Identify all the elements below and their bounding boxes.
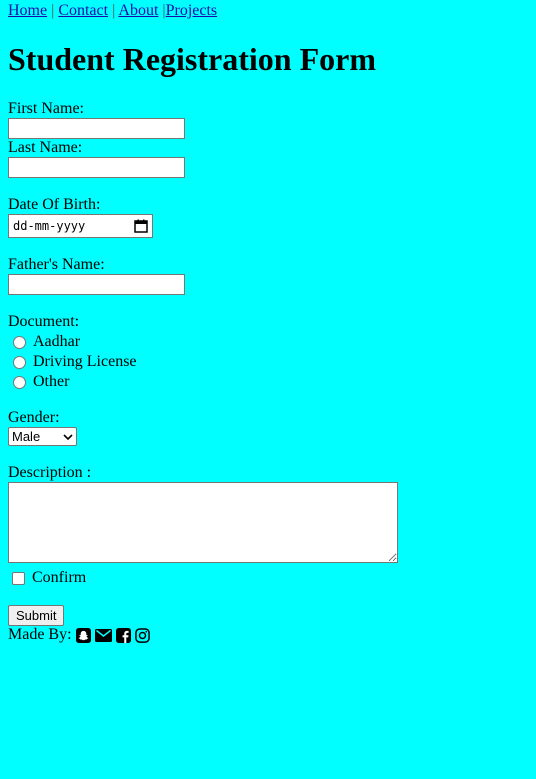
snapchat-icon[interactable] — [75, 627, 91, 643]
dob-label: Date Of Birth: — [8, 196, 101, 213]
last-name-input[interactable] — [8, 157, 185, 178]
submit-button[interactable]: Submit — [8, 605, 65, 626]
calendar-icon[interactable] — [134, 219, 148, 233]
gender-label: Gender: — [8, 409, 60, 426]
document-option-other[interactable]: Other — [8, 373, 69, 391]
radio-other[interactable] — [13, 375, 26, 389]
radio-label-other: Other — [33, 373, 70, 390]
first-name-input[interactable] — [8, 118, 185, 139]
facebook-icon[interactable] — [115, 627, 131, 643]
envelope-icon[interactable] — [94, 628, 112, 642]
radio-label-driving-license: Driving License — [33, 353, 137, 370]
made-by-row: Made By: — [8, 626, 150, 644]
social-links — [75, 627, 150, 643]
first-name-label: First Name: — [8, 100, 84, 117]
father-name-label: Father's Name: — [8, 256, 105, 273]
nav-separator: | — [112, 2, 116, 19]
nav-link-projects[interactable]: Projects — [166, 2, 218, 19]
nav-link-home[interactable]: Home — [8, 2, 47, 19]
document-option-aadhar[interactable]: Aadhar — [8, 333, 80, 351]
confirm-checkbox[interactable] — [12, 571, 25, 585]
confirm-row[interactable]: Confirm — [8, 569, 86, 587]
top-nav: Home | Contact | About |Projects — [8, 2, 217, 20]
chevron-down-icon — [63, 433, 73, 440]
gender-select[interactable]: Male — [8, 427, 77, 446]
nav-separator: | — [51, 2, 55, 19]
nav-link-about[interactable]: About — [118, 2, 158, 19]
radio-aadhar[interactable] — [13, 335, 26, 349]
description-label: Description : — [8, 464, 92, 481]
document-label: Document: — [8, 313, 80, 330]
father-name-input[interactable] — [8, 274, 185, 295]
nav-link-contact[interactable]: Contact — [58, 2, 108, 19]
dob-date-input[interactable]: dd-mm-yyyy — [8, 214, 153, 238]
radio-label-aadhar: Aadhar — [33, 333, 81, 350]
radio-driving-license[interactable] — [13, 355, 26, 369]
gender-selected-value: Male — [12, 428, 41, 444]
page-title: Student Registration Form — [8, 41, 376, 77]
document-option-driving-license[interactable]: Driving License — [8, 353, 137, 371]
dob-placeholder: dd-mm-yyyy — [13, 219, 86, 233]
confirm-label: Confirm — [32, 569, 87, 586]
description-textarea[interactable] — [8, 482, 398, 563]
instagram-icon[interactable] — [134, 627, 150, 643]
made-by-label: Made By: — [8, 626, 72, 643]
last-name-label: Last Name: — [8, 139, 83, 156]
